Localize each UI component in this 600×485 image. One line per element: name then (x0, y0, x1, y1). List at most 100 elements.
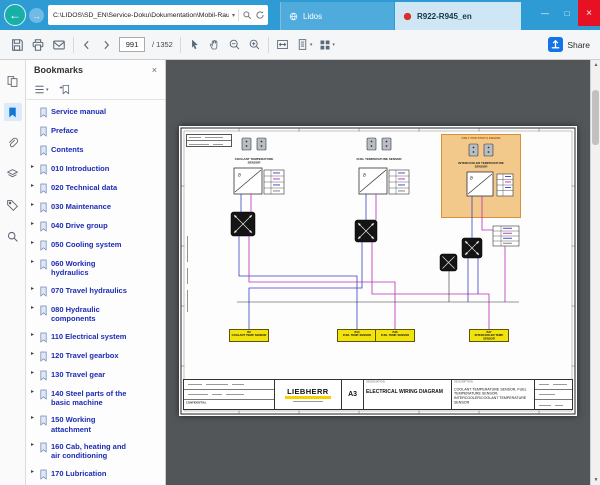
next-page-button[interactable] (100, 39, 112, 51)
bookmark-label: Preface (51, 126, 79, 135)
chevron-right-icon[interactable]: ▸ (31, 389, 39, 397)
black-connector-icon (461, 237, 483, 259)
scrollbar-thumb[interactable] (592, 90, 599, 145)
chevron-right-icon[interactable]: ▸ (31, 305, 39, 313)
address-bar[interactable]: C:\LIDOS\SD_EN\Service-Doku\Dokumentatio… (48, 5, 268, 25)
tags-button[interactable] (4, 196, 22, 214)
tab-lidos[interactable]: Lidos (280, 2, 394, 30)
title-block-format: A3 (341, 380, 363, 409)
pdf-document-icon (403, 12, 412, 20)
chevron-right-icon[interactable]: ▸ (31, 240, 39, 248)
tab-r922-r945[interactable]: R922-R945_en (395, 2, 521, 30)
print-button[interactable] (31, 38, 45, 52)
select-tool-button[interactable] (188, 38, 201, 51)
component-label: B10 FUEL TEMP. SENSOR (337, 329, 377, 342)
bookmark-item[interactable]: ▸ 160 Cab, heating and air conditioning (26, 438, 165, 465)
bookmark-label: 030 Maintenance (51, 202, 112, 211)
search-pane-button[interactable] (4, 227, 22, 245)
page-number-input[interactable] (119, 37, 145, 52)
bookmark-item[interactable]: ▸ 030 Maintenance (26, 198, 165, 217)
chevron-right-icon[interactable]: ▸ (31, 415, 39, 423)
tools-grid-button[interactable]: ▾ (319, 39, 335, 51)
email-button[interactable] (52, 38, 66, 52)
layers-button[interactable] (4, 165, 22, 183)
vertical-scrollbar[interactable]: ▲ ▼ (590, 60, 600, 485)
page-thumbnails-button[interactable] (4, 72, 22, 90)
sheet-format: A3 (348, 391, 358, 398)
bookmark-item[interactable]: ▸ 110 Electrical system (26, 328, 165, 347)
bookmark-item[interactable]: ▸ 070 Travel hydraulics (26, 282, 165, 301)
chevron-right-icon[interactable]: ▸ (31, 259, 39, 267)
description-text: COOLANT TEMPERATURE SENSOR, FUEL TEMPERA… (453, 387, 527, 405)
bookmark-label: 010 Introduction (51, 164, 110, 173)
previous-page-button[interactable] (81, 39, 93, 51)
chevron-right-icon[interactable]: ▸ (31, 351, 39, 359)
chevron-right-icon[interactable]: ▸ (31, 442, 39, 450)
bookmark-item[interactable]: ▸ 150 Working attachment (26, 411, 165, 438)
svg-text:ϑ: ϑ (238, 173, 241, 179)
application-window: ← → C:\LIDOS\SD_EN\Service-Doku\Dokument… (0, 0, 600, 485)
caret-down-icon: ▾ (46, 86, 49, 93)
chevron-right-icon[interactable]: ▸ (31, 370, 39, 378)
layers-icon (6, 168, 19, 177)
chevron-right-icon[interactable]: ▸ (31, 183, 39, 191)
bookmark-label: 140 Steel parts of the basic machine (51, 388, 127, 407)
component-name: COOLANT TEMP. SENSOR (231, 334, 267, 338)
component-label: B9 COOLANT TEMP. SENSOR (229, 329, 269, 342)
chevron-right-icon[interactable]: ▸ (31, 202, 39, 210)
bookmark-item[interactable]: ▸Contents (26, 141, 165, 160)
bookmark-item[interactable]: ▸ 040 Drive group (26, 217, 165, 236)
refresh-icon[interactable] (255, 10, 265, 20)
attachments-button[interactable] (4, 134, 22, 152)
component-label: B47 INTERCOOLER TEMP. SENSOR (469, 329, 509, 342)
hand-tool-button[interactable] (208, 38, 221, 51)
bookmark-item[interactable]: ▸Service manual (26, 103, 165, 122)
page-view-icon (298, 39, 307, 50)
bookmark-item[interactable]: ▸ 130 Travel gear (26, 366, 165, 385)
save-icon (12, 38, 23, 51)
address-dropdown-caret-icon[interactable]: ▾ (232, 12, 235, 19)
bookmark-label: 060 Working hydraulics (51, 259, 96, 278)
chevron-right-icon[interactable]: ▸ (31, 221, 39, 229)
save-button[interactable] (10, 38, 24, 52)
search-icon[interactable] (242, 10, 252, 20)
bookmark-item[interactable]: ▸Preface (26, 122, 165, 141)
bookmark-item[interactable]: ▸ 050 Cooling system (26, 236, 165, 255)
page-view-button[interactable]: ▾ (296, 38, 312, 51)
zoom-out-button[interactable] (228, 38, 241, 51)
confidential-label: CONFIDENTIAL (186, 401, 207, 405)
share-button[interactable]: Share (548, 37, 590, 52)
scroll-up-arrow[interactable]: ▲ (591, 60, 600, 70)
bookmark-item[interactable]: ▸ 170 Lubrication (26, 465, 165, 484)
bookmark-icon (40, 415, 47, 426)
search-icon (7, 231, 18, 242)
bookmark-item[interactable]: ▸ 140 Steel parts of the basic machine (26, 385, 165, 412)
component-name: FUEL TEMP. SENSOR (342, 334, 372, 338)
bookmark-item[interactable]: ▸ 020 Technical data (26, 179, 165, 198)
bookmarks-pane-button[interactable] (3, 103, 22, 121)
add-bookmark-button[interactable] (59, 84, 70, 95)
forward-button[interactable]: → (29, 8, 44, 23)
zoom-in-button[interactable] (248, 38, 261, 51)
maximize-button[interactable]: □ (556, 0, 578, 26)
chevron-right-icon (104, 40, 110, 49)
bookmark-label: 160 Cab, heating and air conditioning (51, 442, 127, 461)
bookmark-label: 070 Travel hydraulics (51, 285, 127, 295)
close-panel-icon[interactable]: × (152, 65, 157, 75)
close-window-button[interactable]: × (578, 0, 600, 26)
chevron-right-icon[interactable]: ▸ (31, 469, 39, 477)
zoom-in-icon (249, 39, 260, 50)
back-button[interactable]: ← (4, 4, 26, 26)
back-arrow-icon: ← (9, 8, 21, 22)
bookmark-item[interactable]: ▸ 060 Working hydraulics (26, 255, 165, 282)
chevron-right-icon[interactable]: ▸ (31, 164, 39, 172)
bookmark-item[interactable]: ▸ 120 Travel gearbox (26, 347, 165, 366)
fit-width-button[interactable] (276, 38, 289, 51)
chevron-right-icon[interactable]: ▸ (31, 332, 39, 340)
scroll-down-arrow[interactable]: ▼ (591, 475, 600, 485)
minimize-button[interactable]: — (534, 0, 556, 26)
bookmark-options-button[interactable]: ▾ (34, 84, 49, 95)
bookmark-item[interactable]: ▸ 010 Introduction (26, 160, 165, 179)
chevron-right-icon[interactable]: ▸ (31, 286, 39, 294)
bookmark-item[interactable]: ▸ 080 Hydraulic components (26, 301, 165, 328)
